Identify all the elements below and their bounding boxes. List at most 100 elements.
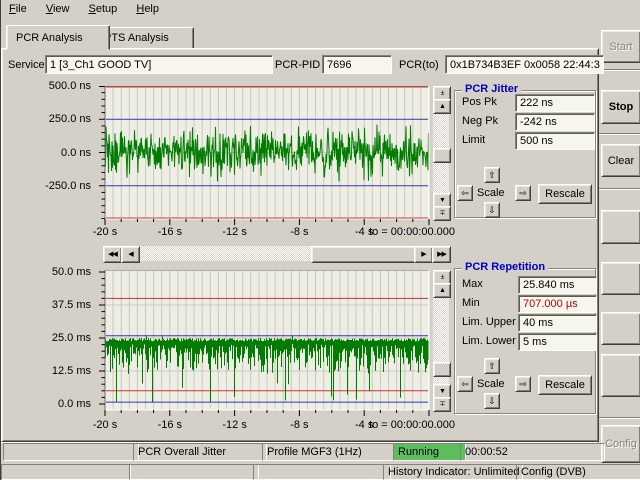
scroll-left-end-icon[interactable]: ◀◀ bbox=[103, 246, 122, 263]
scale-right-icon[interactable]: ⇨ bbox=[515, 376, 531, 392]
x-tick-label: -16 s bbox=[150, 419, 190, 431]
status-mode-text: PCR Overall Jitter bbox=[138, 446, 226, 458]
pcr-jitter-panel-title: PCR Jitter bbox=[462, 83, 521, 95]
blank-button[interactable] bbox=[601, 312, 640, 345]
status2-empty-panel bbox=[1, 464, 131, 480]
status-elapsed-panel: 00:00:52 bbox=[460, 443, 605, 461]
pos-pk-value: 222 ns bbox=[520, 97, 553, 109]
status-elapsed-text: 00:00:52 bbox=[465, 446, 508, 458]
y-tick-label: 25.0 ms bbox=[52, 332, 91, 344]
status-config-panel: Config (DVB) bbox=[516, 464, 640, 480]
min-value: 707.000 µs bbox=[523, 298, 578, 310]
scroll-right-end-icon[interactable]: ▶▶ bbox=[432, 246, 451, 263]
service-field[interactable]: 1 [3_Ch1 GOOD TV] bbox=[45, 55, 273, 74]
scale-down-icon[interactable]: ⇩ bbox=[484, 393, 500, 409]
x-tick-label: -12 s bbox=[215, 226, 255, 238]
jitter-rescale-button[interactable]: Rescale bbox=[538, 184, 592, 204]
min-label: Min bbox=[462, 297, 480, 309]
pcr-to-label: PCR(to) bbox=[399, 59, 439, 71]
x-tick-label: -20 s bbox=[85, 419, 125, 431]
service-label: Service bbox=[8, 59, 45, 71]
clear-button[interactable]: Clear bbox=[601, 144, 640, 177]
status-mode-panel: PCR Overall Jitter bbox=[133, 443, 267, 461]
menu-view[interactable]: View bbox=[38, 0, 78, 19]
scale-right-icon[interactable]: ⇨ bbox=[515, 185, 531, 201]
service-value: 1 [3_Ch1 GOOD TV] bbox=[50, 59, 151, 71]
menu-file[interactable]: File bbox=[1, 0, 35, 19]
status-running-badge: Running bbox=[393, 443, 466, 461]
scroll-up-icon[interactable]: ▲ bbox=[433, 283, 451, 298]
repetition-y-axis-labels: 50.0 ms37.5 ms25.0 ms12.5 ms0.0 ms bbox=[1, 270, 93, 415]
pos-pk-field[interactable]: 222 ns bbox=[515, 94, 595, 112]
limit-field[interactable]: 500 ns bbox=[515, 132, 595, 150]
scroll-bottom-icon[interactable]: ∓ bbox=[433, 397, 451, 412]
scale-up-icon[interactable]: ⇧ bbox=[484, 358, 500, 374]
status-history-panel: History Indicator: Unlimited bbox=[383, 464, 523, 480]
lim-lower-value: 5 ms bbox=[523, 336, 547, 348]
pcr-analyzer-window: File View Setup Help PCR Analysis PTS An… bbox=[0, 0, 640, 480]
jitter-x-axis-labels: -20 s-16 s-12 s-8 s-4 sto = 00:00:00.000 bbox=[97, 226, 455, 240]
limit-value: 500 ns bbox=[520, 135, 553, 147]
y-tick-label: 37.5 ms bbox=[52, 299, 91, 311]
menu-setup[interactable]: Setup bbox=[81, 0, 126, 19]
lim-upper-label: Lim. Upper bbox=[462, 316, 516, 328]
x-tick-label: -16 s bbox=[150, 226, 190, 238]
neg-pk-field[interactable]: -242 ns bbox=[515, 113, 595, 131]
repetition-vscrollbar[interactable]: ± ▲ ▼ ∓ bbox=[433, 270, 449, 410]
lim-lower-field[interactable]: 5 ms bbox=[518, 333, 597, 351]
time-hscrollbar[interactable]: ◀◀ ◀ ▶ ▶▶ bbox=[103, 246, 451, 261]
stop-button[interactable]: Stop bbox=[601, 90, 640, 124]
hscroll-thumb[interactable] bbox=[311, 246, 417, 263]
x-tick-label: -8 s bbox=[279, 419, 319, 431]
scroll-bottom-icon[interactable]: ∓ bbox=[433, 206, 451, 221]
x-end-time-label: to = 00:00:00.000 bbox=[369, 226, 455, 238]
vscroll-thumb[interactable] bbox=[433, 148, 451, 163]
jitter-vscrollbar[interactable]: ± ▲ ▼ ∓ bbox=[433, 86, 449, 219]
scale-label: Scale bbox=[477, 187, 505, 199]
y-tick-label: 50.0 ms bbox=[52, 266, 91, 278]
repetition-rescale-button[interactable]: Rescale bbox=[538, 375, 592, 395]
x-tick-label: -8 s bbox=[279, 226, 319, 238]
pcr-jitter-plot bbox=[97, 86, 433, 228]
scale-down-icon[interactable]: ⇩ bbox=[484, 202, 500, 218]
min-field[interactable]: 707.000 µs bbox=[518, 295, 597, 313]
menu-help[interactable]: Help bbox=[128, 0, 167, 19]
scroll-left-icon[interactable]: ◀ bbox=[121, 246, 140, 263]
start-button[interactable]: Start bbox=[601, 30, 640, 63]
scale-up-icon[interactable]: ⇧ bbox=[484, 167, 500, 183]
blank-button[interactable] bbox=[601, 262, 640, 295]
y-tick-label: 250.0 ns bbox=[49, 113, 91, 125]
pcr-repetition-plot bbox=[97, 270, 433, 418]
blank-button[interactable] bbox=[601, 354, 640, 397]
lim-upper-field[interactable]: 40 ms bbox=[518, 314, 597, 332]
lim-lower-label: Lim. Lower bbox=[462, 335, 516, 347]
limit-label: Limit bbox=[462, 134, 485, 146]
max-value: 25.840 ms bbox=[523, 279, 574, 291]
max-field[interactable]: 25.840 ms bbox=[518, 276, 597, 294]
tab-pcr-analysis[interactable]: PCR Analysis bbox=[6, 25, 110, 50]
pcr-repetition-panel-title: PCR Repetition bbox=[462, 261, 548, 273]
status2-empty-panel bbox=[129, 464, 259, 480]
y-tick-label: -250.0 ns bbox=[45, 180, 91, 192]
scroll-up-icon[interactable]: ▲ bbox=[433, 99, 451, 114]
pcr-to-field[interactable]: 0x1B734B3EF 0x0058 22:44:3 bbox=[445, 55, 604, 74]
divider bbox=[599, 188, 640, 190]
scroll-right-icon[interactable]: ▶ bbox=[414, 246, 433, 263]
scale-left-icon[interactable]: ⇦ bbox=[457, 376, 473, 392]
pcr-to-value: 0x1B734B3EF 0x0058 22:44:3 bbox=[450, 59, 600, 71]
scale-left-icon[interactable]: ⇦ bbox=[457, 185, 473, 201]
vscroll-thumb[interactable] bbox=[433, 362, 451, 377]
x-tick-label: -20 s bbox=[85, 226, 125, 238]
pcr-pid-field[interactable]: 7696 bbox=[322, 55, 392, 74]
pcr-jitter-panel: PCR Jitter Pos Pk 222 ns Neg Pk -242 ns … bbox=[454, 90, 596, 218]
pcr-pid-label: PCR-PID bbox=[275, 59, 320, 71]
menu-bar: File View Setup Help bbox=[1, 0, 640, 21]
pcr-repetition-panel: PCR Repetition Max 25.840 ms Min 707.000… bbox=[454, 268, 596, 414]
divider bbox=[599, 69, 640, 71]
lim-upper-value: 40 ms bbox=[523, 317, 553, 329]
config-button[interactable]: Config bbox=[601, 425, 640, 463]
blank-button[interactable] bbox=[601, 210, 640, 244]
status2-empty-panel bbox=[253, 464, 391, 480]
divider bbox=[599, 133, 640, 135]
scale-label: Scale bbox=[477, 378, 505, 390]
